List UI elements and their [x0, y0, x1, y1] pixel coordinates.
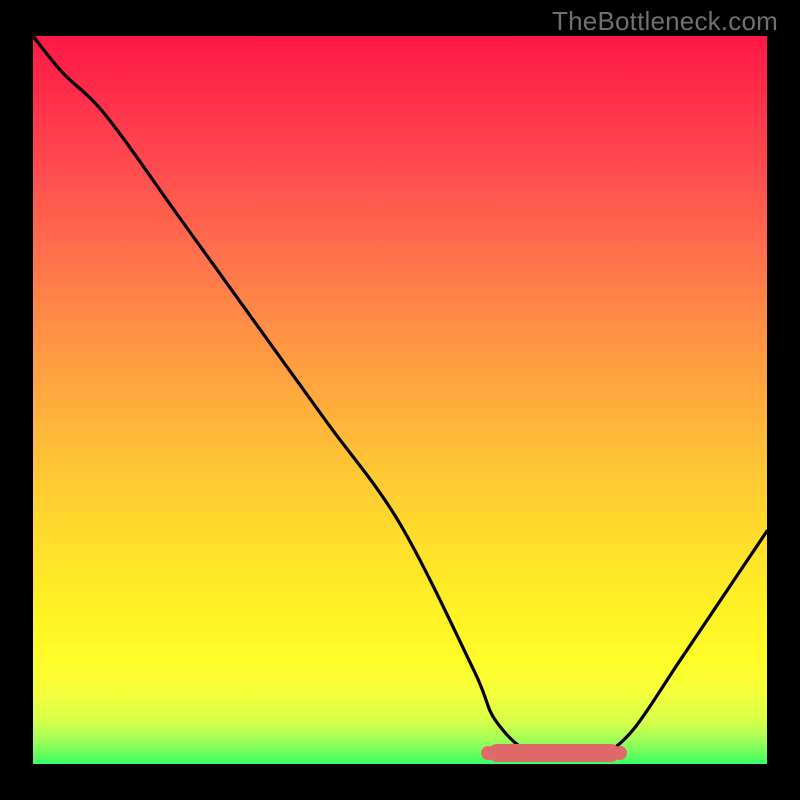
- plot-area: [33, 36, 767, 764]
- trough-highlight: [488, 744, 620, 762]
- watermark-text: TheBottleneck.com: [552, 6, 778, 37]
- bottleneck-curve: [33, 36, 767, 764]
- chart-container: TheBottleneck.com: [0, 0, 800, 800]
- curve-layer: [33, 36, 767, 764]
